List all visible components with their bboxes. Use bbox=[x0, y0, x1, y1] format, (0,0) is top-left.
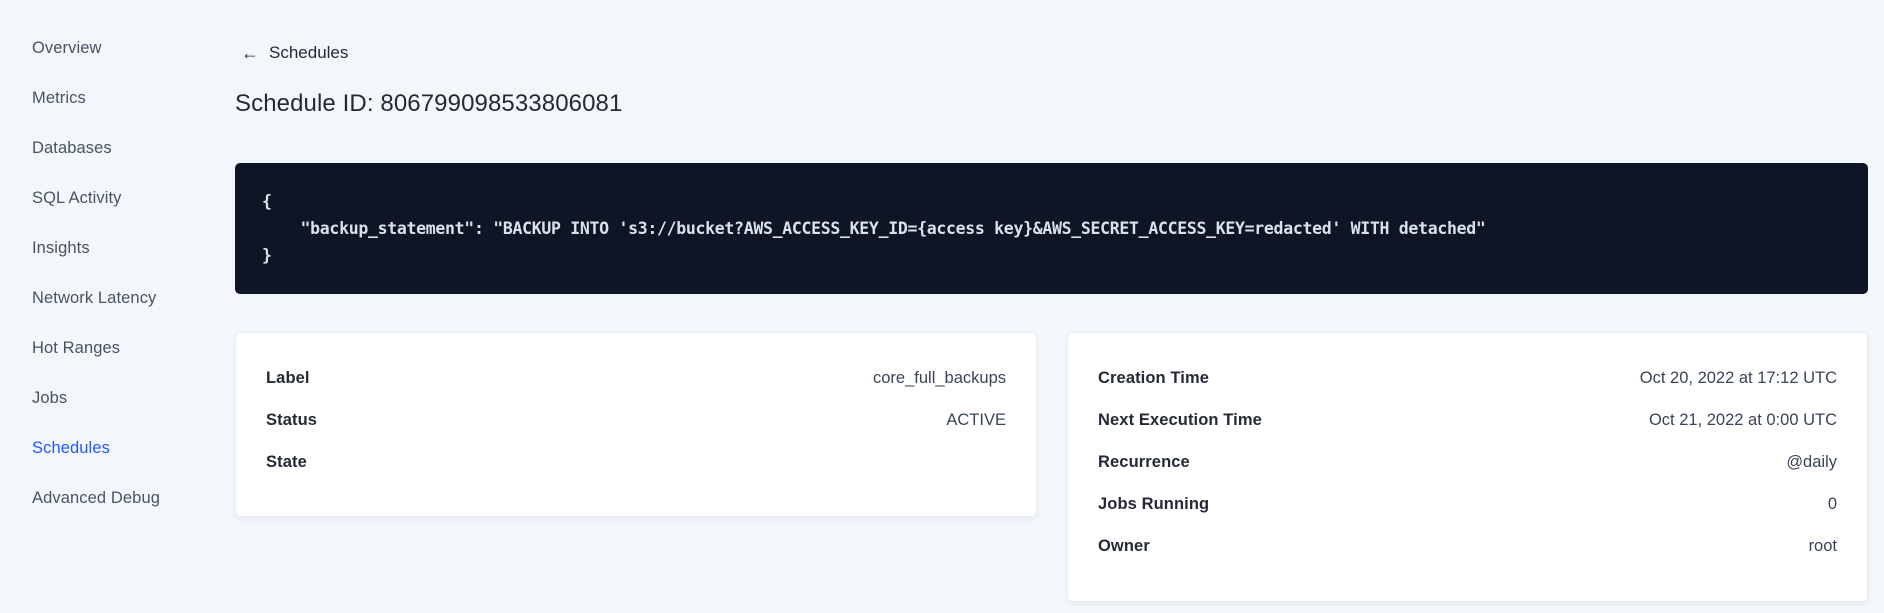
detail-row-label: Jobs Running bbox=[1098, 494, 1210, 513]
sidebar-item[interactable]: Hot Ranges bbox=[32, 323, 235, 373]
sidebar-item-label: Hot Ranges bbox=[32, 338, 121, 357]
sidebar-item[interactable]: Schedules bbox=[32, 423, 235, 473]
sidebar-item-label: Network Latency bbox=[32, 288, 157, 307]
schedule-timing-card: Creation Time Oct 20, 2022 at 17:12 UTC … bbox=[1067, 332, 1868, 602]
sidebar-nav-list: Overview Metrics Databases SQL Activity … bbox=[32, 23, 235, 523]
detail-row-label: Recurrence bbox=[1098, 452, 1190, 471]
sidebar-item-label: SQL Activity bbox=[32, 188, 122, 207]
sidebar-item-label: Overview bbox=[32, 38, 102, 57]
schedule-detail-page: ← Schedules Schedule ID: 806799098533806… bbox=[235, 0, 1868, 602]
timing-card-rows: Creation Time Oct 20, 2022 at 17:12 UTC … bbox=[1098, 357, 1837, 567]
sidebar-item[interactable]: Network Latency bbox=[32, 273, 235, 323]
detail-row: State bbox=[266, 441, 1006, 483]
code-line: "backup_statement": "BACKUP INTO 's3://b… bbox=[262, 219, 1486, 238]
detail-row-label: State bbox=[266, 452, 307, 471]
detail-row-label: Next Execution Time bbox=[1098, 410, 1262, 429]
detail-row-value: @daily bbox=[1786, 452, 1837, 471]
detail-row-value: root bbox=[1808, 536, 1837, 555]
detail-row: Next Execution Time Oct 21, 2022 at 0:00… bbox=[1098, 399, 1837, 441]
sidebar-item-label: Insights bbox=[32, 238, 90, 257]
detail-row-value: ACTIVE bbox=[946, 410, 1006, 429]
sidebar-item[interactable]: Insights bbox=[32, 223, 235, 273]
detail-row: Status ACTIVE bbox=[266, 399, 1006, 441]
backup-statement-code-block: { "backup_statement": "BACKUP INTO 's3:/… bbox=[235, 163, 1868, 294]
detail-row-value: core_full_backups bbox=[873, 368, 1006, 387]
detail-row-value: Oct 20, 2022 at 17:12 UTC bbox=[1639, 368, 1837, 387]
code-lines: { "backup_statement": "BACKUP INTO 's3:/… bbox=[262, 188, 1841, 269]
sidebar-item-label: Advanced Debug bbox=[32, 488, 160, 507]
sidebar-item-label: Metrics bbox=[32, 88, 86, 107]
detail-row: Label core_full_backups bbox=[266, 357, 1006, 399]
sidebar-item-label: Jobs bbox=[32, 388, 68, 407]
sidebar-item[interactable]: SQL Activity bbox=[32, 173, 235, 223]
back-to-schedules-link[interactable]: ← Schedules bbox=[235, 43, 348, 63]
schedule-label-card: Label core_full_backups Status ACTIVE St… bbox=[235, 332, 1037, 517]
sidebar-item[interactable]: Overview bbox=[32, 23, 235, 73]
sidebar-item[interactable]: Jobs bbox=[32, 373, 235, 423]
detail-row-label: Status bbox=[266, 410, 318, 429]
sidebar-item[interactable]: Advanced Debug bbox=[32, 473, 235, 523]
detail-row: Owner root bbox=[1098, 525, 1837, 567]
detail-row-label: Owner bbox=[1098, 536, 1150, 555]
detail-cards: Label core_full_backups Status ACTIVE St… bbox=[235, 332, 1868, 602]
sidebar-item[interactable]: Databases bbox=[32, 123, 235, 173]
back-link-label: Schedules bbox=[269, 43, 349, 62]
sidebar-item-label: Schedules bbox=[32, 438, 110, 457]
label-card-rows: Label core_full_backups Status ACTIVE St… bbox=[266, 357, 1006, 483]
code-line: } bbox=[262, 246, 272, 265]
detail-row: Creation Time Oct 20, 2022 at 17:12 UTC bbox=[1098, 357, 1837, 399]
sidebar-item-label: Databases bbox=[32, 138, 112, 157]
back-arrow-icon: ← bbox=[241, 43, 259, 63]
code-line: { bbox=[262, 192, 272, 211]
detail-row-value: Oct 21, 2022 at 0:00 UTC bbox=[1648, 410, 1837, 429]
detail-row-label: Label bbox=[266, 368, 310, 387]
detail-row: Recurrence @daily bbox=[1098, 441, 1837, 483]
detail-row-label: Creation Time bbox=[1098, 368, 1210, 387]
detail-row: Jobs Running 0 bbox=[1098, 483, 1837, 525]
sidebar: Overview Metrics Databases SQL Activity … bbox=[0, 0, 235, 613]
sidebar-item[interactable]: Metrics bbox=[32, 73, 235, 123]
detail-row-value: 0 bbox=[1827, 494, 1837, 513]
page-title: Schedule ID: 806799098533806081 bbox=[235, 90, 623, 117]
